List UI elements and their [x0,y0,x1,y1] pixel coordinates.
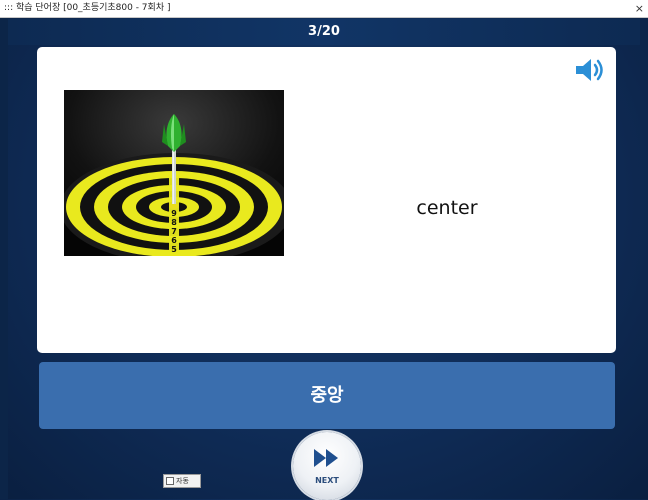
title-bar: ::: 학습 단어장 [00_초등기초800 - 7회차 ] × [0,0,648,18]
korean-meaning: 중앙 [310,385,344,406]
speaker-button[interactable] [574,55,608,85]
english-word: center [416,197,478,219]
speaker-icon [576,59,603,81]
progress-header: 3/20 [8,19,640,45]
fast-forward-icon [314,449,338,467]
word-card: 9 8 7 6 5 center [37,47,616,353]
progress-counter: 3/20 [308,24,340,39]
svg-text:7: 7 [171,227,177,236]
auto-checkbox[interactable] [166,477,174,485]
svg-text:5: 5 [171,245,177,254]
svg-text:8: 8 [171,218,177,227]
dartboard-image: 9 8 7 6 5 [60,90,292,263]
auto-label: 자동 [176,477,189,485]
svg-text:9: 9 [171,209,177,218]
next-label: NEXT [315,476,339,485]
word-picture: 9 8 7 6 5 [60,90,292,263]
window-title: ::: 학습 단어장 [00_초등기초800 - 7회차 ] [4,3,171,13]
close-button[interactable]: × [635,0,644,17]
meaning-panel[interactable]: 중앙 [39,362,615,429]
window-left-edge [0,17,8,499]
next-button[interactable]: NEXT [293,432,361,500]
auto-play-toggle[interactable]: 자동 [163,474,201,488]
svg-text:6: 6 [171,236,177,245]
